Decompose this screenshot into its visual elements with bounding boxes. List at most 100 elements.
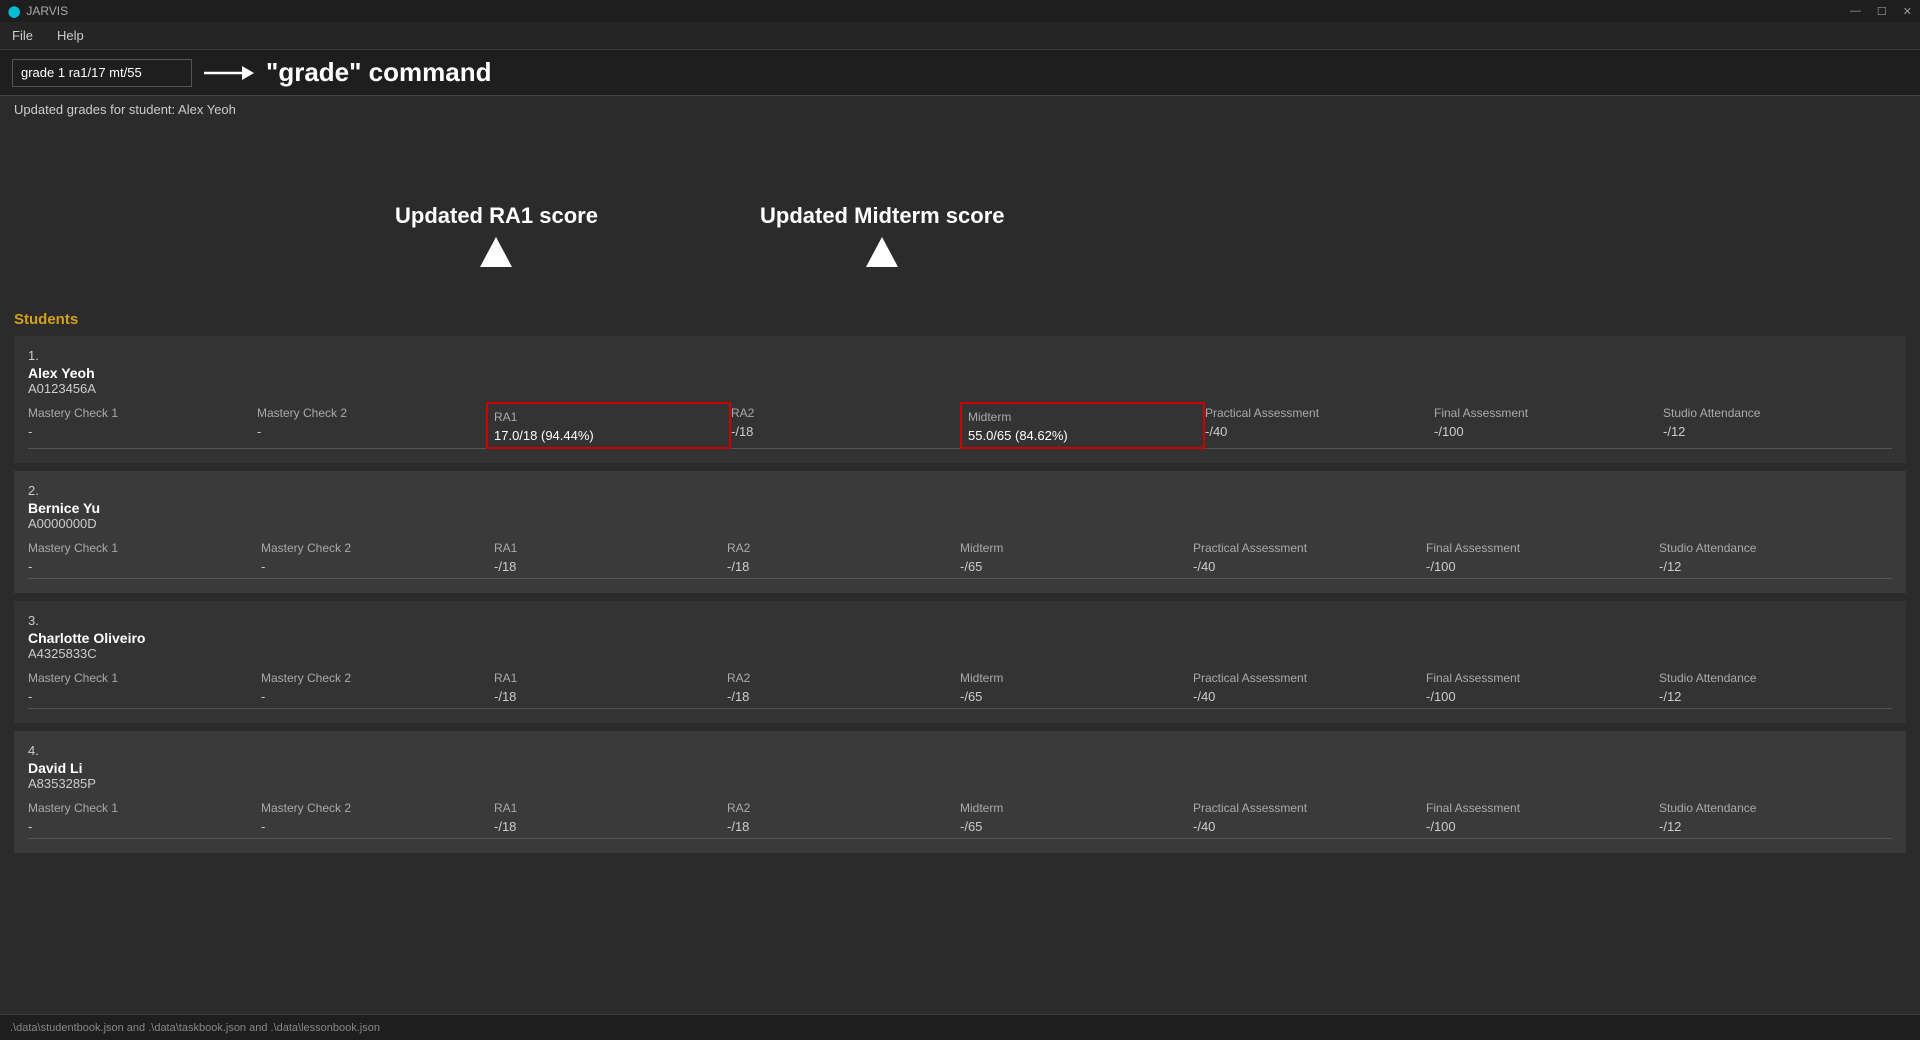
- grade-col-value: -/18: [727, 819, 960, 834]
- menu-bar: File Help: [0, 22, 1920, 50]
- grade-col-7: Studio Attendance -/12: [1663, 404, 1892, 449]
- grade-col-header: RA1: [494, 539, 727, 555]
- grade-col-3: RA2 -/18: [727, 539, 960, 579]
- grade-col-5: Practical Assessment -/40: [1193, 539, 1426, 579]
- grade-col-value: -: [28, 689, 261, 704]
- grade-col-header: Practical Assessment: [1193, 669, 1426, 685]
- grade-col-2: RA1 17.0/18 (94.44%): [486, 402, 731, 449]
- grade-col-header: Mastery Check 2: [261, 799, 494, 815]
- grade-col-0: Mastery Check 1 -: [28, 799, 261, 839]
- midterm-annotation-label: Updated Midterm score: [760, 203, 1005, 229]
- grade-col-1: Mastery Check 2 -: [261, 799, 494, 839]
- grade-col-header: Mastery Check 1: [28, 404, 257, 420]
- grade-col-2: RA1 -/18: [494, 539, 727, 579]
- grade-col-header: Mastery Check 2: [261, 539, 494, 555]
- grade-col-header: Studio Attendance: [1663, 404, 1892, 420]
- grade-col-header: Final Assessment: [1434, 404, 1663, 420]
- grade-col-value: -/40: [1205, 424, 1434, 439]
- students-header: Students: [14, 303, 1906, 332]
- title-bar: ⬤ JARVIS — ☐ ✕: [0, 0, 1920, 22]
- grade-col-header: Midterm: [968, 408, 1197, 424]
- grade-col-header: Final Assessment: [1426, 669, 1659, 685]
- menu-file[interactable]: File: [8, 26, 37, 45]
- grade-col-6: Final Assessment -/100: [1426, 539, 1659, 579]
- minimize-button[interactable]: —: [1850, 5, 1861, 18]
- menu-help[interactable]: Help: [53, 26, 88, 45]
- grade-col-value: -/12: [1659, 559, 1892, 574]
- grade-col-6: Final Assessment -/100: [1426, 799, 1659, 839]
- main-content[interactable]: Updated RA1 score Updated Midterm score …: [0, 123, 1920, 1011]
- grade-col-header: RA2: [727, 539, 960, 555]
- grade-row: Mastery Check 1 - Mastery Check 2 - RA1 …: [28, 799, 1892, 839]
- grade-col-value: -/12: [1663, 424, 1892, 439]
- grade-row: Mastery Check 1 - Mastery Check 2 - RA1 …: [28, 404, 1892, 449]
- grade-col-header: Mastery Check 1: [28, 539, 261, 555]
- grade-col-4: Midterm -/65: [960, 799, 1193, 839]
- grade-col-header: Studio Attendance: [1659, 539, 1892, 555]
- window-controls[interactable]: — ☐ ✕: [1850, 5, 1912, 18]
- grade-col-header: RA1: [494, 799, 727, 815]
- student-name: Bernice Yu: [28, 500, 1892, 516]
- bottom-bar: .\data\studentbook.json and .\data\taskb…: [0, 1014, 1920, 1040]
- app-title: JARVIS: [26, 4, 68, 18]
- grade-col-header: Final Assessment: [1426, 539, 1659, 555]
- command-input[interactable]: [12, 59, 192, 87]
- student-block-3: 3. Charlotte Oliveiro A4325833C Mastery …: [14, 601, 1906, 723]
- grade-col-value: -: [28, 424, 257, 439]
- student-name: Charlotte Oliveiro: [28, 630, 1892, 646]
- grade-col-1: Mastery Check 2 -: [257, 404, 486, 449]
- grade-col-5: Practical Assessment -/40: [1193, 669, 1426, 709]
- grade-col-header: Studio Attendance: [1659, 669, 1892, 685]
- grade-col-value: 17.0/18 (94.44%): [494, 428, 723, 443]
- grade-col-value: -/100: [1426, 819, 1659, 834]
- grade-row: Mastery Check 1 - Mastery Check 2 - RA1 …: [28, 669, 1892, 709]
- grade-col-value: -/40: [1193, 559, 1426, 574]
- grade-col-value: -/12: [1659, 689, 1892, 704]
- student-id: A0000000D: [28, 516, 1892, 531]
- student-num: 2.: [28, 483, 1892, 498]
- grade-col-4: Midterm 55.0/65 (84.62%): [960, 402, 1205, 449]
- grade-col-header: Studio Attendance: [1659, 799, 1892, 815]
- maximize-button[interactable]: ☐: [1877, 5, 1887, 18]
- grade-col-value: -/40: [1193, 689, 1426, 704]
- grade-col-header: Mastery Check 2: [257, 404, 486, 420]
- ra1-arrow-icon: [480, 237, 512, 267]
- grade-col-1: Mastery Check 2 -: [261, 669, 494, 709]
- grade-col-5: Practical Assessment -/40: [1193, 799, 1426, 839]
- grade-row: Mastery Check 1 - Mastery Check 2 - RA1 …: [28, 539, 1892, 579]
- grade-col-header: Mastery Check 1: [28, 669, 261, 685]
- grade-col-3: RA2 -/18: [727, 799, 960, 839]
- grade-col-3: RA2 -/18: [727, 669, 960, 709]
- grade-col-header: RA2: [727, 669, 960, 685]
- grade-col-header: Midterm: [960, 669, 1193, 685]
- command-bar: "grade" command: [0, 50, 1920, 96]
- status-bar: Updated grades for student: Alex Yeoh: [0, 96, 1920, 123]
- grade-col-header: Practical Assessment: [1193, 799, 1426, 815]
- grade-col-value: -: [257, 424, 486, 439]
- grade-col-value: 55.0/65 (84.62%): [968, 428, 1197, 443]
- student-num: 1.: [28, 348, 1892, 363]
- grade-col-6: Final Assessment -/100: [1426, 669, 1659, 709]
- grade-col-header: RA1: [494, 408, 723, 424]
- ra1-annotation-label: Updated RA1 score: [395, 203, 598, 229]
- grade-col-value: -/18: [727, 689, 960, 704]
- grade-col-2: RA1 -/18: [494, 669, 727, 709]
- grade-col-header: RA1: [494, 669, 727, 685]
- grade-col-0: Mastery Check 1 -: [28, 404, 257, 449]
- student-name: David Li: [28, 760, 1892, 776]
- student-num: 3.: [28, 613, 1892, 628]
- grade-col-value: -/12: [1659, 819, 1892, 834]
- grade-col-header: Midterm: [960, 539, 1193, 555]
- grade-col-4: Midterm -/65: [960, 539, 1193, 579]
- student-name: Alex Yeoh: [28, 365, 1892, 381]
- grade-col-header: RA2: [727, 799, 960, 815]
- grade-col-value: -/100: [1434, 424, 1663, 439]
- grade-col-value: -/65: [960, 559, 1193, 574]
- grade-col-value: -/100: [1426, 559, 1659, 574]
- grade-col-value: -/18: [494, 819, 727, 834]
- close-button[interactable]: ✕: [1903, 5, 1912, 18]
- grade-col-value: -/18: [494, 689, 727, 704]
- grade-col-header: Mastery Check 1: [28, 799, 261, 815]
- bottom-bar-text: .\data\studentbook.json and .\data\taskb…: [10, 1022, 380, 1034]
- grade-col-header: Practical Assessment: [1193, 539, 1426, 555]
